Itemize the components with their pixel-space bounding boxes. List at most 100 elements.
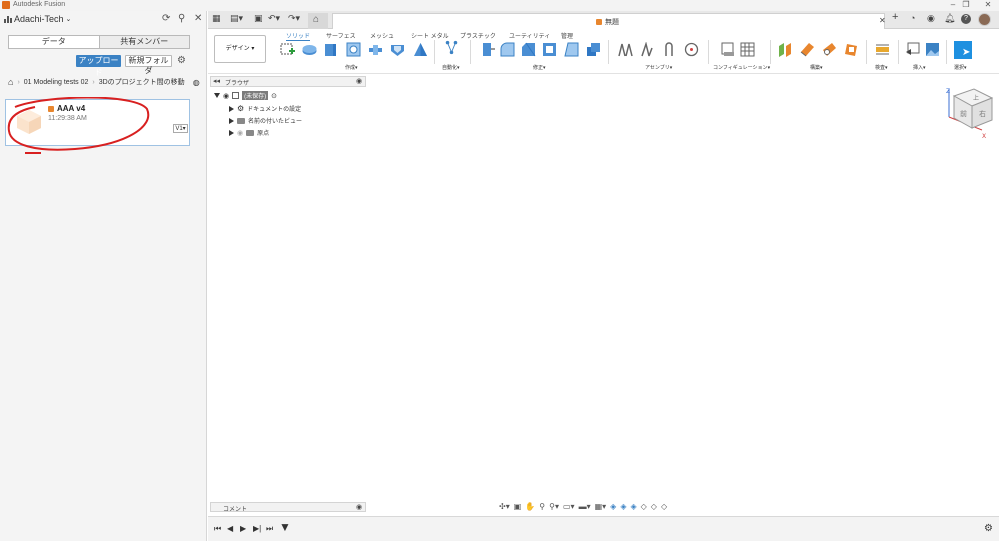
apps-grid-icon[interactable]: ▦ xyxy=(212,13,221,24)
help-icon[interactable]: ? xyxy=(961,14,971,24)
maximize-icon[interactable]: ❐ xyxy=(960,0,972,9)
refresh-icon[interactable]: ⟳ xyxy=(162,13,170,24)
pyramid-icon[interactable] xyxy=(413,42,428,57)
timeline-settings-icon[interactable]: ⚙ xyxy=(984,523,993,534)
home-icon[interactable]: ⌂ xyxy=(8,77,13,87)
zoom-window-icon[interactable]: ⚲ xyxy=(539,502,545,511)
view-top-icon[interactable]: ◈ xyxy=(620,502,626,511)
group-assembly[interactable]: アセンブリ▾ xyxy=(645,64,672,71)
breadcrumb-item-folder[interactable]: 3Dのプロジェクト間の移動 xyxy=(99,77,185,87)
config-table-icon[interactable] xyxy=(740,42,755,57)
viewcube-right-label[interactable]: 右 xyxy=(979,109,986,118)
extrude-icon[interactable] xyxy=(302,42,317,57)
browser-item-named-views[interactable]: 名前の付いたビュー xyxy=(229,116,302,125)
play-icon[interactable]: ▶ xyxy=(240,524,246,533)
team-selector[interactable]: Adachi-Tech ⌄ xyxy=(4,14,71,24)
fillet-icon[interactable] xyxy=(500,42,515,57)
motion-link-icon[interactable] xyxy=(684,42,699,57)
group-create[interactable]: 作成▾ xyxy=(345,64,358,71)
measure-icon[interactable] xyxy=(875,42,890,57)
close-window-icon[interactable]: ✕ xyxy=(982,0,994,9)
globe-icon[interactable]: ◍ xyxy=(193,78,200,87)
midplane-icon[interactable] xyxy=(844,42,859,57)
joint-icon[interactable] xyxy=(640,42,655,57)
insert-derive-icon[interactable] xyxy=(905,42,920,57)
file-menu-icon[interactable]: ▤▾ xyxy=(230,13,243,24)
scale-icon[interactable] xyxy=(586,42,601,57)
viewcube-front-label[interactable]: 前 xyxy=(960,109,967,118)
group-modify[interactable]: 修正▾ xyxy=(533,64,546,71)
automate-icon[interactable] xyxy=(444,40,459,55)
tangent-plane-icon[interactable] xyxy=(822,42,837,57)
document-tab[interactable]: 無題 ✕ xyxy=(332,13,886,29)
new-tab-icon[interactable]: + xyxy=(892,11,898,23)
undo-icon[interactable]: ↶▾ xyxy=(268,13,280,24)
collapse-icon[interactable]: ◂◂ xyxy=(213,77,220,85)
group-insert[interactable]: 挿入▾ xyxy=(913,64,926,71)
tab-surface[interactable]: サーフェス xyxy=(326,31,356,40)
group-inspect[interactable]: 検査▾ xyxy=(875,64,888,71)
select-icon[interactable]: ➤ xyxy=(954,41,972,59)
go-to-start-icon[interactable]: ⏮ xyxy=(214,524,221,534)
viewcube-top-label[interactable]: 上 xyxy=(973,94,979,102)
eye-hidden-icon[interactable]: ◉ xyxy=(237,129,243,137)
chamfer-icon[interactable] xyxy=(521,42,536,57)
tab-data[interactable]: データ xyxy=(9,36,99,48)
collapsed-icon[interactable] xyxy=(229,117,234,124)
tab-utilities[interactable]: ユーティリティ xyxy=(509,31,550,40)
combine-icon[interactable] xyxy=(368,42,383,57)
insert-image-icon[interactable] xyxy=(925,42,940,57)
close-panel-icon[interactable]: ✕ xyxy=(194,13,202,24)
avatar[interactable] xyxy=(978,13,991,26)
draft-icon[interactable] xyxy=(564,42,579,57)
shell-modify-icon[interactable] xyxy=(542,42,557,57)
tab-shared-members[interactable]: 共有メンバー xyxy=(98,36,189,48)
viewcube[interactable]: 上 前 右 Z X xyxy=(944,86,999,141)
gear-icon[interactable]: ⚙ xyxy=(177,55,186,66)
search-icon[interactable]: ⚲ xyxy=(178,13,185,24)
step-back-icon[interactable]: ◀ xyxy=(227,524,233,533)
tab-manage[interactable]: 管理 xyxy=(561,31,573,40)
view-front-icon[interactable]: ◈ xyxy=(610,502,616,511)
plane-at-angle-icon[interactable] xyxy=(800,42,815,57)
upload-button[interactable]: アップロード xyxy=(76,55,121,77)
home-tab[interactable]: ⌂ xyxy=(308,13,328,29)
tab-plastic[interactable]: プラスチック xyxy=(460,31,496,40)
tab-sheet-metal[interactable]: シート メタル xyxy=(411,31,449,40)
view-iso-icon[interactable]: ◇ xyxy=(641,502,647,511)
browser-item-document-settings[interactable]: ⚙ ドキュメントの設定 xyxy=(229,104,301,113)
create-sketch-icon[interactable] xyxy=(280,42,295,57)
minimize-icon[interactable]: – xyxy=(947,0,959,9)
breadcrumb-item-project[interactable]: 01 Modeling tests 02 xyxy=(24,79,89,86)
browser-item-origin[interactable]: ◉ 原点 xyxy=(229,128,269,137)
browser-root[interactable]: ◉ (未保存) ⊙ xyxy=(214,91,277,100)
eye-icon[interactable]: ◉ xyxy=(223,92,229,100)
tab-solid[interactable]: ソリッド xyxy=(286,31,311,41)
radio-active-icon[interactable]: ⊙ xyxy=(271,92,277,100)
offset-plane-icon[interactable] xyxy=(778,42,793,57)
expand-icon[interactable] xyxy=(214,93,220,98)
group-configuration[interactable]: コンフィギュレーション▾ xyxy=(713,64,770,71)
job-status-icon[interactable]: ◉ xyxy=(927,13,935,24)
timeline-marker[interactable]: ▼ xyxy=(279,520,291,534)
hole-icon[interactable] xyxy=(346,42,361,57)
zoom-icon[interactable]: ⚲▾ xyxy=(549,502,559,511)
version-dropdown[interactable]: V1▾ xyxy=(173,124,188,133)
notifications-icon[interactable]: 🔔︎ xyxy=(944,13,955,24)
new-folder-button[interactable]: 新規フォルダ xyxy=(125,55,172,75)
box-icon[interactable] xyxy=(323,42,338,57)
pin-icon[interactable]: ◉ xyxy=(356,503,362,511)
collapsed-icon[interactable] xyxy=(229,105,234,112)
configure-icon[interactable] xyxy=(720,42,735,57)
as-built-joint-icon[interactable] xyxy=(662,42,677,57)
collapsed-icon[interactable] xyxy=(229,129,234,136)
pin-icon[interactable]: ◉ xyxy=(356,77,362,85)
new-component-icon[interactable] xyxy=(618,42,633,57)
workspace-dropdown[interactable]: デザイン ▾ xyxy=(214,35,266,63)
visual-style-icon[interactable]: ▬▾ xyxy=(579,502,591,511)
view-perspective-icon[interactable]: ◇ xyxy=(661,502,667,511)
extensions-icon[interactable]: ◔ xyxy=(910,13,915,23)
grid-icon[interactable]: ▦▾ xyxy=(595,502,607,511)
press-pull-icon[interactable] xyxy=(480,42,495,57)
close-tab-icon[interactable]: ✕ xyxy=(879,16,886,25)
